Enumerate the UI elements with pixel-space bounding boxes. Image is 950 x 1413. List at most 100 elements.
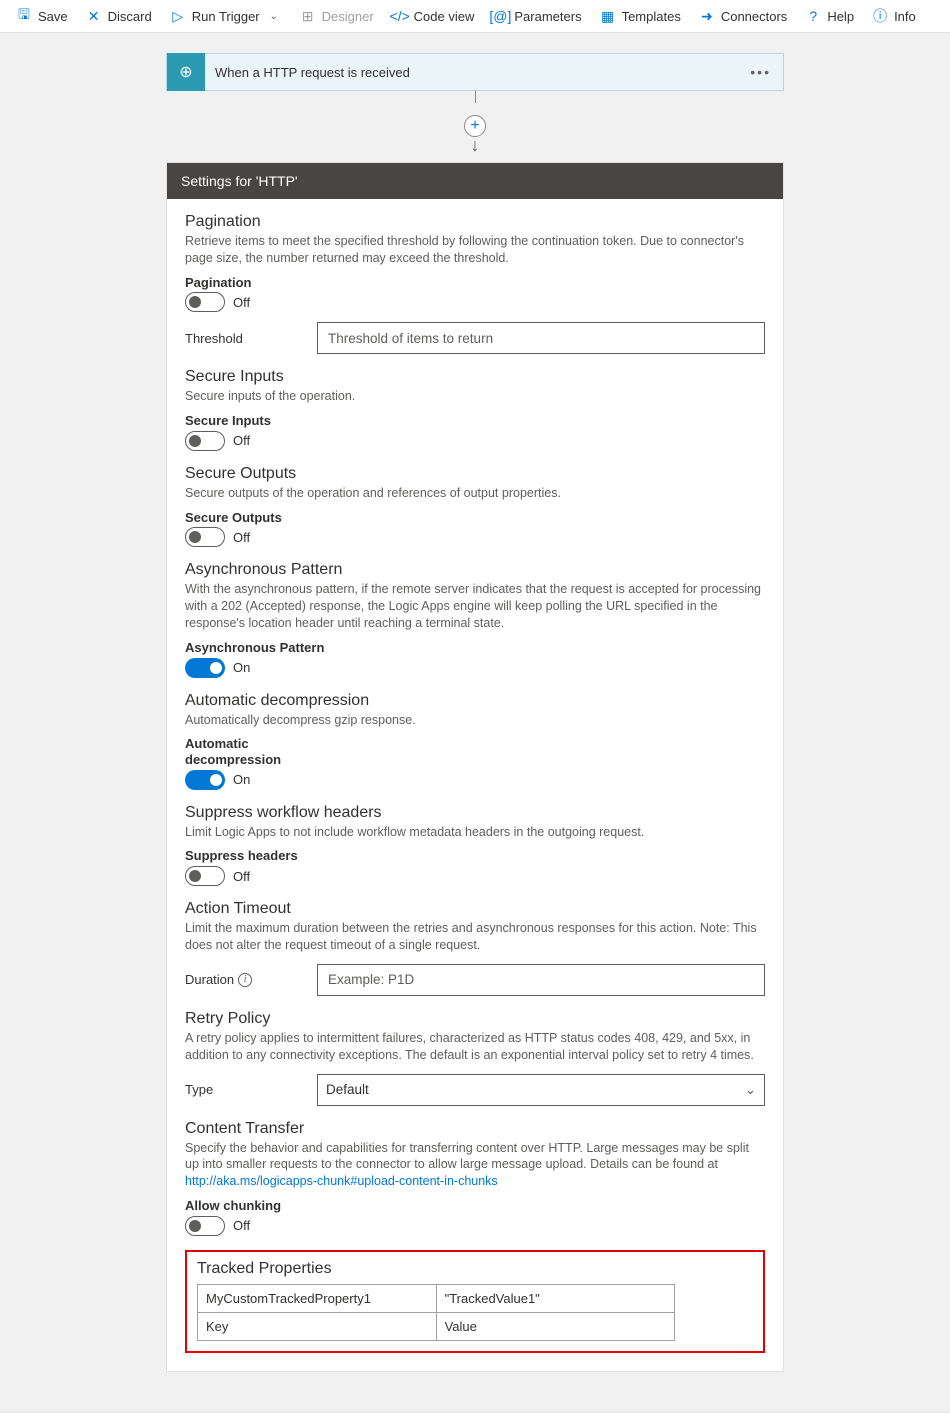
code-view-button[interactable]: </> Code view <box>384 4 483 28</box>
parameters-button[interactable]: [@] Parameters <box>484 4 589 28</box>
decompress-state: On <box>233 772 250 787</box>
discard-button[interactable]: ✕ Discard <box>78 4 160 28</box>
secure-outputs-toggle[interactable] <box>185 527 225 547</box>
secure-outputs-state: Off <box>233 530 250 545</box>
play-icon: ▷ <box>170 8 186 24</box>
tracked-key-cell[interactable]: Key <box>198 1312 437 1340</box>
secure-outputs-title: Secure Outputs <box>185 465 765 483</box>
pagination-label: Pagination <box>185 275 765 291</box>
decompress-title: Automatic decompression <box>185 692 765 710</box>
decompress-toggle[interactable] <box>185 770 225 790</box>
secure-inputs-desc: Secure inputs of the operation. <box>185 388 765 405</box>
designer-button[interactable]: ⊞ Designer <box>292 4 382 28</box>
help-label: Help <box>827 9 854 24</box>
arrow-down-icon: ↓ <box>471 135 480 156</box>
content-desc: Specify the behavior and capabilities fo… <box>185 1140 765 1191</box>
ellipsis-icon[interactable]: ••• <box>750 64 771 80</box>
async-toggle[interactable] <box>185 658 225 678</box>
suppress-headers-section: Suppress workflow headers Limit Logic Ap… <box>185 804 765 886</box>
suppress-label: Suppress headers <box>185 848 765 864</box>
duration-label: Durationi <box>185 972 305 987</box>
secure-outputs-section: Secure Outputs Secure outputs of the ope… <box>185 465 765 547</box>
secure-inputs-toggle[interactable] <box>185 431 225 451</box>
chunking-toggle[interactable] <box>185 1216 225 1236</box>
designer-label: Designer <box>322 9 374 24</box>
trigger-title: When a HTTP request is received <box>205 65 420 80</box>
info-icon[interactable]: i <box>238 973 252 987</box>
code-view-label: Code view <box>414 9 475 24</box>
run-trigger-label: Run Trigger <box>192 9 260 24</box>
designer-icon: ⊞ <box>300 8 316 24</box>
connectors-button[interactable]: ➜ Connectors <box>691 4 795 28</box>
connectors-label: Connectors <box>721 9 787 24</box>
timeout-desc: Limit the maximum duration between the r… <box>185 920 765 954</box>
threshold-input[interactable] <box>317 322 765 354</box>
async-title: Asynchronous Pattern <box>185 561 765 579</box>
secure-outputs-label: Secure Outputs <box>185 510 765 526</box>
retry-title: Retry Policy <box>185 1010 765 1028</box>
action-timeout-section: Action Timeout Limit the maximum duratio… <box>185 900 765 996</box>
tracked-key-cell[interactable]: MyCustomTrackedProperty1 <box>198 1284 437 1312</box>
chunking-label: Allow chunking <box>185 1198 765 1214</box>
suppress-toggle[interactable] <box>185 866 225 886</box>
parameters-label: Parameters <box>514 9 581 24</box>
templates-icon: ▦ <box>600 8 616 24</box>
duration-input[interactable] <box>317 964 765 996</box>
content-link[interactable]: http://aka.ms/logicapps-chunk#upload-con… <box>185 1174 498 1188</box>
suppress-desc: Limit Logic Apps to not include workflow… <box>185 824 765 841</box>
info-button[interactable]: ⓘ Info <box>864 4 924 28</box>
retry-type-label: Type <box>185 1082 305 1097</box>
content-transfer-section: Content Transfer Specify the behavior an… <box>185 1120 765 1236</box>
connectors-icon: ➜ <box>699 8 715 24</box>
info-label: Info <box>894 9 916 24</box>
pagination-toggle[interactable] <box>185 292 225 312</box>
discard-label: Discard <box>108 9 152 24</box>
tracked-properties-table: MyCustomTrackedProperty1 "TrackedValue1"… <box>197 1284 675 1341</box>
async-state: On <box>233 660 250 675</box>
threshold-label: Threshold <box>185 331 305 346</box>
secure-inputs-title: Secure Inputs <box>185 368 765 386</box>
decompression-section: Automatic decompression Automatically de… <box>185 692 765 790</box>
templates-label: Templates <box>622 9 681 24</box>
save-icon: 🖫 <box>16 8 32 24</box>
settings-header: Settings for 'HTTP' <box>167 163 783 199</box>
tracked-properties-section: Tracked Properties MyCustomTrackedProper… <box>185 1250 765 1353</box>
content-title: Content Transfer <box>185 1120 765 1138</box>
decompress-label: Automatic decompression <box>185 736 295 767</box>
tracked-title: Tracked Properties <box>197 1260 753 1278</box>
pagination-desc: Retrieve items to meet the specified thr… <box>185 233 765 267</box>
timeout-title: Action Timeout <box>185 900 765 918</box>
templates-button[interactable]: ▦ Templates <box>592 4 689 28</box>
add-step-button[interactable]: + <box>464 115 486 137</box>
async-label: Asynchronous Pattern <box>185 640 765 656</box>
parameters-icon: [@] <box>492 8 508 24</box>
chevron-down-icon: ⌄ <box>266 8 282 24</box>
secure-inputs-state: Off <box>233 433 250 448</box>
table-row: Key Value <box>198 1312 675 1340</box>
retry-desc: A retry policy applies to intermittent f… <box>185 1030 765 1064</box>
help-button[interactable]: ? Help <box>797 4 862 28</box>
code-icon: </> <box>392 8 408 24</box>
run-trigger-button[interactable]: ▷ Run Trigger ⌄ <box>162 4 290 28</box>
save-button[interactable]: 🖫 Save <box>8 4 76 28</box>
secure-outputs-desc: Secure outputs of the operation and refe… <box>185 485 765 502</box>
info-icon: ⓘ <box>872 8 888 24</box>
save-label: Save <box>38 9 68 24</box>
async-desc: With the asynchronous pattern, if the re… <box>185 581 765 632</box>
pagination-section: Pagination Retrieve items to meet the sp… <box>185 213 765 354</box>
tracked-value-cell[interactable]: "TrackedValue1" <box>436 1284 675 1312</box>
designer-canvas: ⊕ When a HTTP request is received ••• + … <box>0 33 950 1413</box>
retry-type-select[interactable]: Default⌄ <box>317 1074 765 1106</box>
secure-inputs-label: Secure Inputs <box>185 413 765 429</box>
table-row: MyCustomTrackedProperty1 "TrackedValue1" <box>198 1284 675 1312</box>
discard-icon: ✕ <box>86 8 102 24</box>
suppress-title: Suppress workflow headers <box>185 804 765 822</box>
chevron-down-icon: ⌄ <box>745 1082 756 1098</box>
decompress-desc: Automatically decompress gzip response. <box>185 712 765 729</box>
connector-line: + ↓ <box>166 91 784 156</box>
trigger-card[interactable]: ⊕ When a HTTP request is received ••• <box>166 53 784 91</box>
help-icon: ? <box>805 8 821 24</box>
tracked-value-cell[interactable]: Value <box>436 1312 675 1340</box>
toolbar: 🖫 Save ✕ Discard ▷ Run Trigger ⌄ ⊞ Designer <… <box>0 0 950 33</box>
async-pattern-section: Asynchronous Pattern With the asynchrono… <box>185 561 765 677</box>
